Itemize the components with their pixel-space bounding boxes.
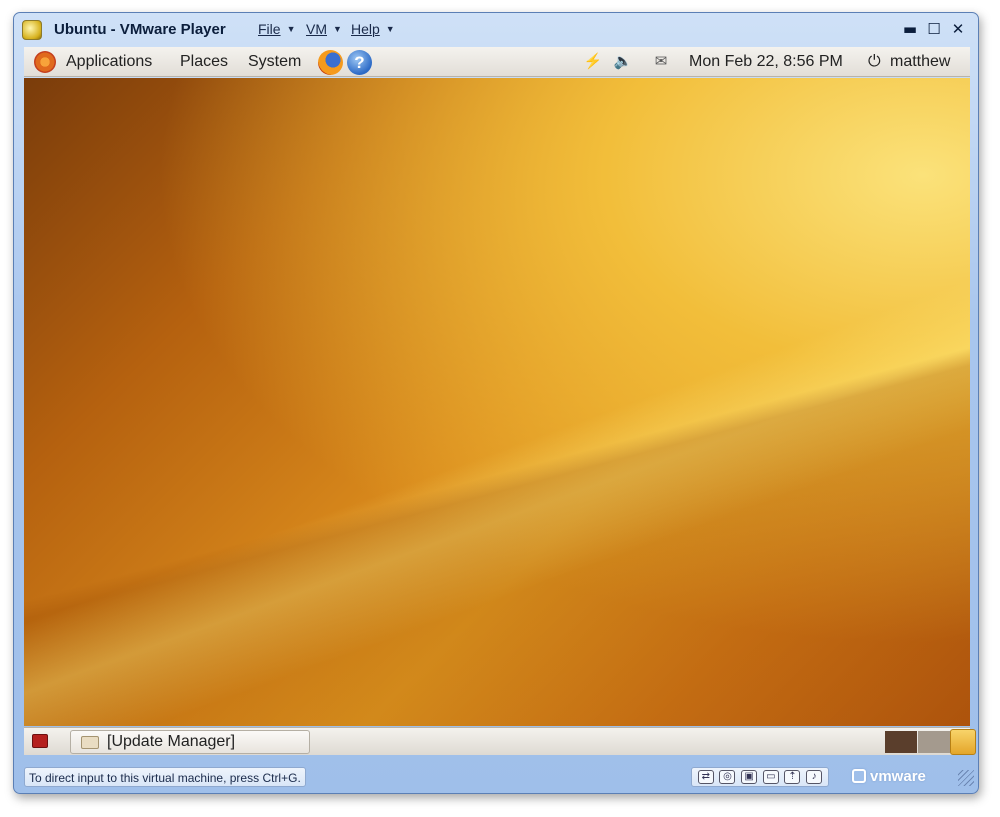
firefox-icon[interactable]	[318, 50, 343, 75]
hard-disk-icon[interactable]: ▭	[762, 770, 779, 784]
update-manager-icon	[81, 736, 99, 749]
show-desktop-icon[interactable]	[32, 734, 48, 748]
menu-applications[interactable]: Applications	[66, 53, 152, 71]
resize-grip[interactable]	[958, 770, 974, 786]
maximize-icon: ☐	[927, 20, 941, 38]
workspace-2[interactable]	[918, 731, 950, 753]
menu-help[interactable]: Help ▼	[351, 21, 395, 37]
close-icon: ✕	[951, 20, 965, 38]
workspace-1[interactable]	[885, 731, 917, 753]
vmware-status-bar: To direct input to this virtual machine,…	[24, 765, 970, 787]
close-button[interactable]: ✕	[948, 19, 968, 39]
ubuntu-desktop[interactable]	[24, 78, 970, 726]
minimize-icon: ▬	[902, 20, 918, 38]
cd-drive-icon[interactable]: ◎	[719, 770, 736, 784]
vmware-brand: vmware	[870, 768, 926, 785]
menu-vm-label: VM	[306, 21, 327, 37]
vmware-player-window: Ubuntu - VMware Player File ▼ VM ▼ Help …	[13, 12, 979, 794]
ubuntu-top-panel: Applications Places System ? ⚡ 🔈 ✉ Mon F…	[24, 47, 970, 77]
network-adapter-icon[interactable]: ⇄	[697, 770, 714, 784]
ubuntu-logo-icon[interactable]	[34, 51, 56, 73]
user-menu[interactable]: matthew	[890, 53, 950, 71]
taskbar-item-update-manager[interactable]: [Update Manager]	[70, 730, 310, 754]
usb-device-icon[interactable]: ⇡	[784, 770, 801, 784]
menu-vm[interactable]: VM ▼	[306, 21, 342, 37]
vmware-player-icon	[22, 20, 42, 40]
menu-places[interactable]: Places	[180, 53, 228, 71]
maximize-button[interactable]: ☐	[924, 19, 944, 39]
power-icon[interactable]: ⏻	[868, 53, 881, 71]
device-icons: ⇄ ◎ ▣ ▭ ⇡ ♪	[691, 767, 829, 787]
vmware-logo: vmware	[852, 768, 926, 785]
menu-file-label: File	[258, 21, 281, 37]
taskbar-item-label: [Update Manager]	[107, 733, 236, 750]
trash-icon[interactable]	[950, 729, 976, 755]
minimize-button[interactable]: ▬	[900, 19, 920, 39]
floppy-icon[interactable]: ▣	[741, 770, 758, 784]
status-message: To direct input to this virtual machine,…	[24, 767, 306, 787]
mail-icon[interactable]: ✉	[651, 52, 671, 72]
network-icon[interactable]: ⚡	[583, 52, 603, 72]
dropdown-arrow-icon: ▼	[286, 24, 296, 34]
vmware-logo-icon	[852, 769, 866, 783]
sound-card-icon[interactable]: ♪	[806, 770, 823, 784]
dropdown-arrow-icon: ▼	[385, 24, 395, 34]
dropdown-arrow-icon: ▼	[333, 24, 342, 34]
volume-icon[interactable]: 🔈	[613, 52, 633, 72]
title-bar[interactable]: Ubuntu - VMware Player File ▼ VM ▼ Help …	[14, 13, 978, 47]
window-title: Ubuntu - VMware Player	[54, 21, 226, 38]
menu-file[interactable]: File ▼	[258, 21, 295, 37]
menu-help-label: Help	[351, 21, 380, 37]
help-icon[interactable]: ?	[347, 50, 372, 75]
clock[interactable]: Mon Feb 22, 8:56 PM	[689, 53, 843, 71]
menu-system[interactable]: System	[248, 53, 301, 71]
ubuntu-bottom-panel: [Update Manager]	[24, 727, 976, 755]
